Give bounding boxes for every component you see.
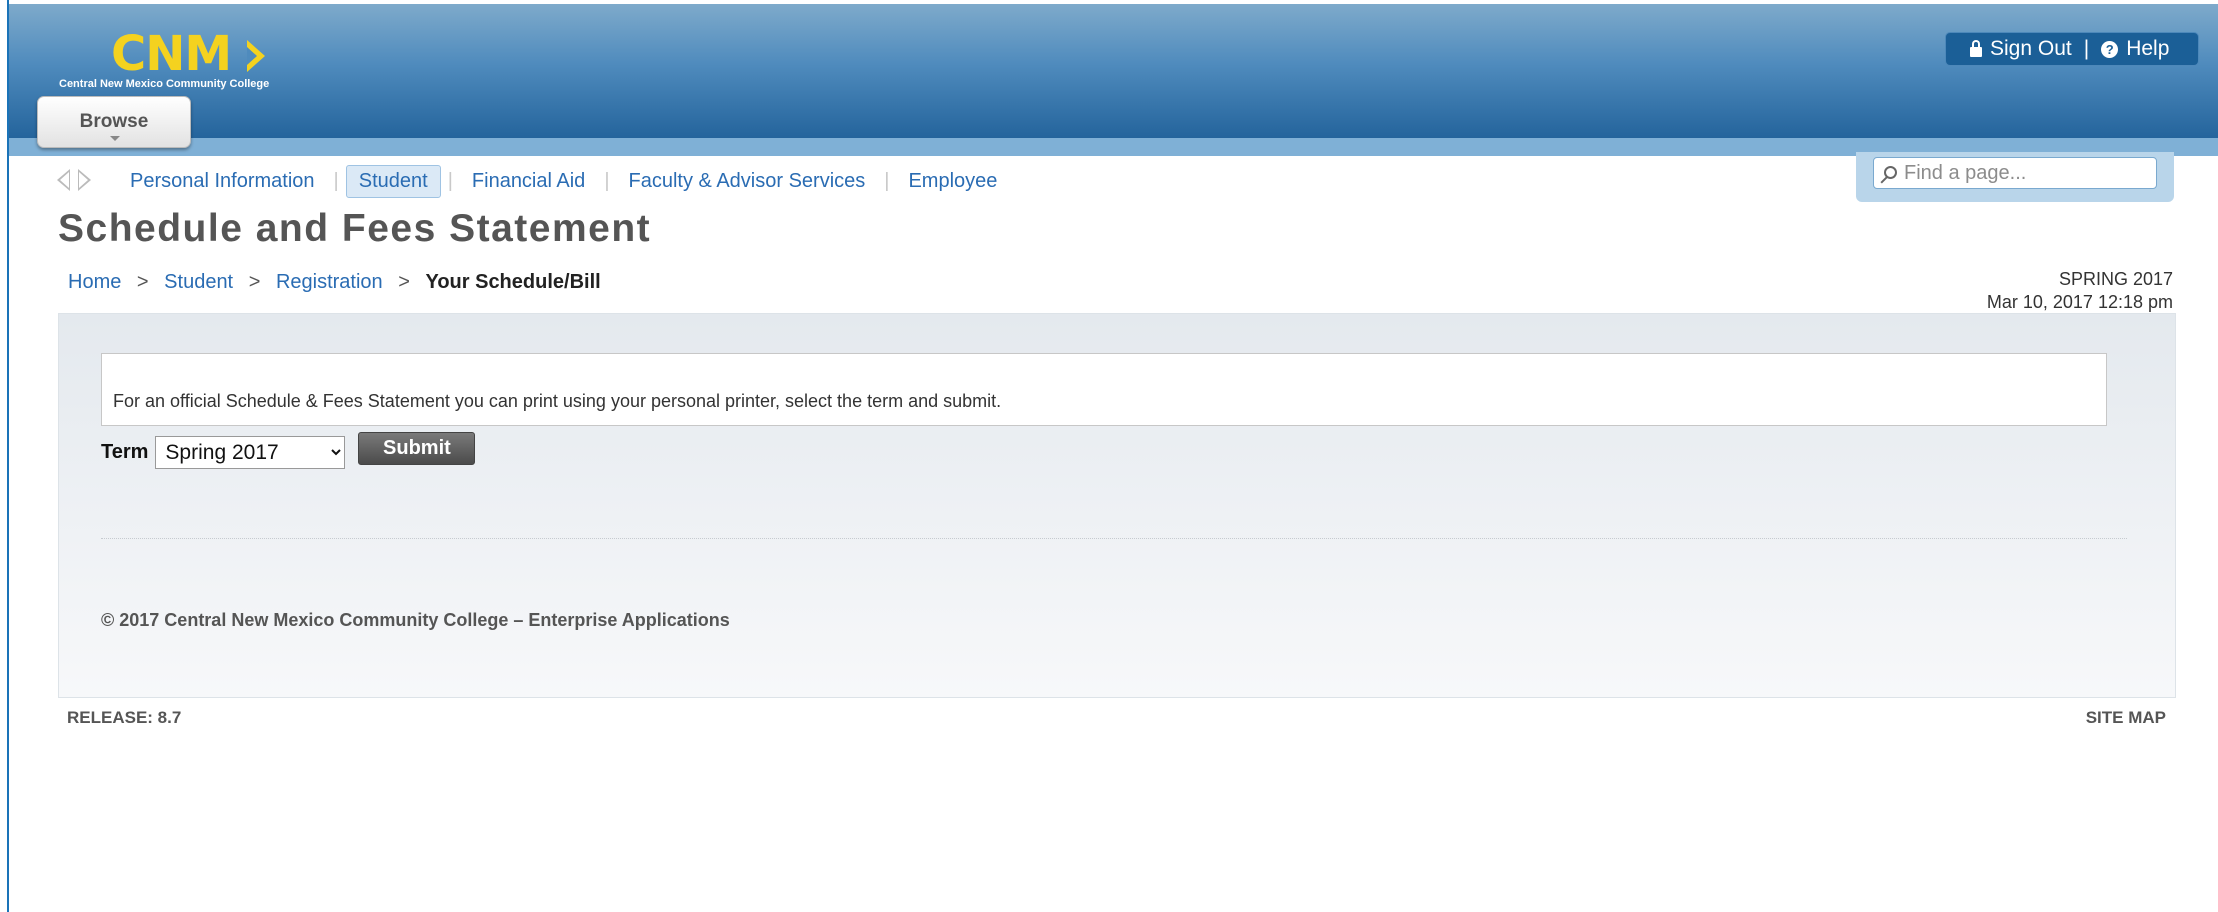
breadcrumb: Home > Student > Registration > Your Sch… bbox=[68, 271, 601, 294]
current-term: SPRING 2017 bbox=[2058, 269, 2173, 289]
caret-down-icon bbox=[110, 136, 120, 141]
search-container bbox=[1856, 152, 2174, 202]
nav-divider: | bbox=[604, 170, 610, 192]
breadcrumb-current: Your Schedule/Bill bbox=[425, 271, 601, 293]
term-info: SPRING 2017 Mar 10, 2017 12:18 pm bbox=[1987, 268, 2173, 314]
tab-faculty-advisor-services[interactable]: Faculty & Advisor Services bbox=[617, 166, 878, 197]
lock-icon bbox=[1970, 40, 1982, 57]
breadcrumb-separator: > bbox=[248, 271, 261, 293]
tab-personal-information[interactable]: Personal Information bbox=[118, 166, 327, 197]
site-map-link[interactable]: SITE MAP bbox=[2086, 708, 2166, 728]
breadcrumb-separator: > bbox=[136, 271, 149, 293]
release-label: RELEASE: 8.7 bbox=[67, 708, 182, 727]
tab-student[interactable]: Student bbox=[345, 165, 441, 198]
breadcrumb-separator: > bbox=[398, 271, 410, 293]
page-title: Schedule and Fees Statement bbox=[58, 207, 652, 250]
logo-arrow-icon bbox=[247, 40, 265, 72]
cnm-logo[interactable]: CNM Central New Mexico Community College bbox=[49, 26, 339, 98]
tab-employee[interactable]: Employee bbox=[896, 166, 1009, 197]
tab-financial-aid[interactable]: Financial Aid bbox=[460, 166, 597, 197]
term-label: Term bbox=[101, 441, 149, 463]
nav-divider: | bbox=[447, 170, 453, 192]
sign-out-label: Sign Out bbox=[1990, 37, 2072, 60]
logo-text: CNM bbox=[111, 26, 232, 82]
nav-history-arrows bbox=[57, 169, 91, 191]
search-input[interactable] bbox=[1873, 157, 2157, 189]
breadcrumb-student[interactable]: Student bbox=[164, 271, 233, 293]
help-icon: ? bbox=[2101, 40, 2119, 58]
submit-button[interactable]: Submit bbox=[358, 432, 476, 465]
header-bar: CNM Central New Mexico Community College… bbox=[9, 4, 2218, 138]
divider bbox=[101, 538, 2127, 539]
nav-divider: | bbox=[333, 170, 339, 192]
search-icon bbox=[1884, 166, 1897, 179]
sign-out-link[interactable]: Sign Out bbox=[1970, 37, 2072, 61]
logo-subtitle: Central New Mexico Community College bbox=[59, 78, 270, 90]
nav-divider: | bbox=[884, 170, 890, 192]
browse-label: Browse bbox=[79, 111, 149, 132]
browse-button[interactable]: Browse bbox=[37, 96, 191, 148]
help-link[interactable]: ? Help bbox=[2101, 37, 2169, 61]
current-datetime: Mar 10, 2017 12:18 pm bbox=[1986, 292, 2173, 312]
copyright: © 2017 Central New Mexico Community Coll… bbox=[101, 610, 730, 630]
action-separator: | bbox=[2083, 37, 2090, 60]
back-arrow-icon[interactable] bbox=[57, 169, 70, 191]
forward-arrow-icon[interactable] bbox=[78, 169, 91, 191]
term-select[interactable]: Spring 2017 bbox=[155, 436, 346, 469]
main-nav: Personal Information | Student | Financi… bbox=[118, 165, 1009, 198]
breadcrumb-home[interactable]: Home bbox=[68, 271, 121, 293]
top-actions: Sign Out | ? Help bbox=[1945, 32, 2199, 66]
instruction-text: For an official Schedule & Fees Statemen… bbox=[113, 391, 1002, 411]
instruction-box: For an official Schedule & Fees Statemen… bbox=[101, 353, 2107, 426]
breadcrumb-registration[interactable]: Registration bbox=[276, 271, 383, 293]
content-panel: For an official Schedule & Fees Statemen… bbox=[58, 313, 2176, 698]
term-form: Term Spring 2017 Submit bbox=[101, 428, 476, 469]
help-label: Help bbox=[2126, 37, 2170, 60]
